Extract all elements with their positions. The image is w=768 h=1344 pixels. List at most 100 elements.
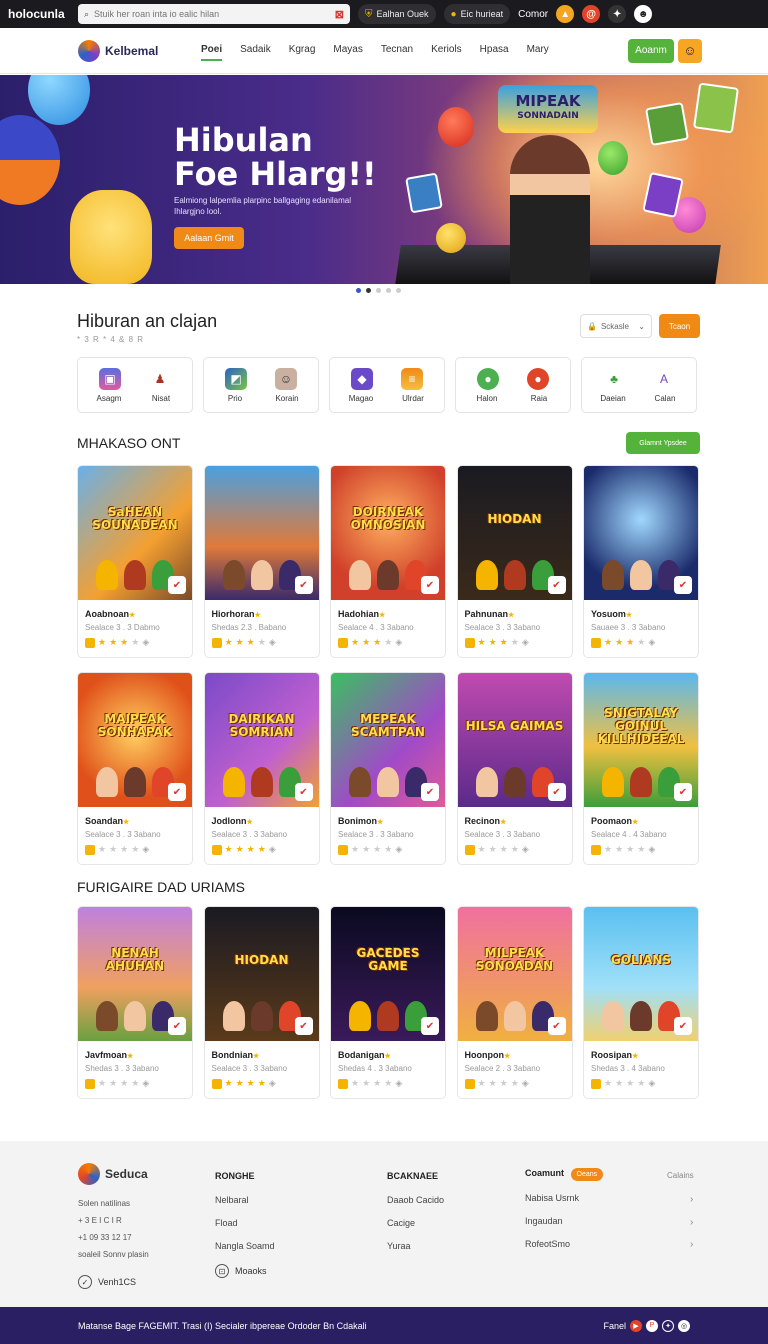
pinterest-icon[interactable]: P bbox=[646, 1319, 658, 1332]
favorite-badge-icon[interactable]: ✔ bbox=[168, 1017, 186, 1035]
footer-link[interactable]: Cacige bbox=[387, 1218, 444, 1228]
category-card[interactable]: ◆ ≡ Magao Ulrdar bbox=[329, 357, 445, 413]
game-thumbnail[interactable]: NENAH AHUHAN ✔ bbox=[78, 907, 192, 1041]
game-card[interactable]: HIODAN ✔ Pahnunan★ Sealace 3 . 3 3abano ★ ★ ★ ★… bbox=[456, 465, 573, 658]
see-all-button[interactable]: Glamnt Ypsdee bbox=[626, 432, 700, 454]
game-name[interactable]: Javfmoan★ bbox=[78, 1041, 192, 1060]
game-name[interactable]: Hadohian★ bbox=[331, 600, 445, 619]
nav-item-3[interactable]: Mayas bbox=[333, 40, 362, 61]
nav-item-1[interactable]: Sadaik bbox=[240, 40, 271, 61]
avatar-icon[interactable]: ☻ bbox=[634, 5, 653, 23]
game-card[interactable]: NENAH AHUHAN ✔ Javfmoan★ Shedas 3 . 3 3aban… bbox=[77, 906, 193, 1099]
instagram-icon[interactable]: ◎ bbox=[678, 1319, 690, 1332]
logo-text[interactable]: Kelbemal bbox=[105, 44, 201, 58]
game-card[interactable]: GACEDES GAME ✔ Bodanigan★ Shedas 4 . 3 3aba… bbox=[330, 906, 446, 1099]
footer-link[interactable]: Ingaudan bbox=[525, 1216, 603, 1226]
carousel-dot[interactable] bbox=[376, 288, 381, 293]
profile-icon[interactable]: @ bbox=[582, 5, 601, 23]
game-card[interactable]: ✔ Yosuom★ Sauaee 3 . 3 3abano ★ ★ ★ ★ ◈ bbox=[583, 465, 699, 658]
logo-icon[interactable] bbox=[78, 39, 100, 62]
game-thumbnail[interactable]: ✔ bbox=[204, 466, 319, 600]
carousel-dot[interactable] bbox=[396, 288, 401, 293]
game-thumbnail[interactable]: MEPEAK SCAMTPAN ✔ bbox=[331, 673, 445, 807]
game-thumbnail[interactable]: ✔ bbox=[584, 466, 698, 600]
category-card[interactable]: ● ● Halon Raia bbox=[455, 357, 571, 413]
chevron-right-icon[interactable]: › bbox=[690, 1194, 693, 1205]
game-thumbnail[interactable]: SNIGTALAY GOINUL KILLHIDEEAL ✔ bbox=[584, 673, 698, 807]
carousel-dots[interactable] bbox=[356, 288, 401, 293]
footer-link[interactable]: Yuraa bbox=[387, 1241, 444, 1251]
game-name[interactable]: Recinon★ bbox=[458, 807, 572, 826]
filter-button[interactable]: Tcaon bbox=[659, 314, 700, 338]
favorite-badge-icon[interactable]: ✔ bbox=[547, 1017, 566, 1035]
game-name[interactable]: Aoabnoan★ bbox=[78, 600, 192, 619]
game-card[interactable]: MAIPEAK SONHAPAK ✔ Soandan★ Sealace 3 . 3 3… bbox=[77, 672, 193, 865]
favorite-badge-icon[interactable]: ✔ bbox=[168, 576, 186, 594]
favorite-badge-icon[interactable]: ✔ bbox=[547, 783, 566, 801]
chevron-right-icon[interactable]: › bbox=[690, 1239, 693, 1250]
hero-cta-button[interactable]: Aalaan Gmit bbox=[174, 227, 244, 249]
favorite-badge-icon[interactable]: ✔ bbox=[421, 1017, 439, 1035]
bottom-link[interactable]: Fanel bbox=[603, 1321, 626, 1331]
game-thumbnail[interactable]: MILPEAK SONOADAN ✔ bbox=[457, 907, 572, 1041]
nav-item-2[interactable]: Kgrag bbox=[289, 40, 316, 61]
game-card[interactable]: SaHEAN SOUNADEAN ✔ Aoabnoan★ Sealace 3 . 3 … bbox=[77, 465, 193, 658]
top-pill-1[interactable]: ⛨ Ealhan Ouek bbox=[358, 4, 436, 24]
nav-cta-button[interactable]: Aoanm bbox=[628, 38, 674, 63]
search-input[interactable] bbox=[94, 9, 330, 19]
footer-link[interactable]: Nangla Soamd bbox=[215, 1241, 275, 1251]
game-card[interactable]: HILSA GAIMAS ✔ Recinon★ Sealace 3 . 3 3aban… bbox=[456, 672, 573, 865]
nav-item-4[interactable]: Tecnan bbox=[381, 40, 413, 61]
footer-link[interactable]: Daaob Cacido bbox=[387, 1195, 444, 1205]
favorite-badge-icon[interactable]: ✔ bbox=[294, 1017, 313, 1035]
game-card[interactable]: DOIRNEAK OMNOSIAN ✔ Hadohian★ Sealace 4 . 3… bbox=[330, 465, 446, 658]
top-link[interactable]: Comor bbox=[518, 9, 548, 20]
game-card[interactable]: GOLIANS ✔ Roosipan★ Shedas 3 . 4 3abano ★ ★ ★ ★… bbox=[583, 906, 699, 1099]
trophy-icon[interactable]: ▲ bbox=[556, 5, 575, 23]
nav-item-0[interactable]: Poei bbox=[201, 40, 223, 61]
game-name[interactable]: Jodlonn★ bbox=[205, 807, 319, 826]
footer-link[interactable]: Fload bbox=[215, 1218, 275, 1228]
gift-icon[interactable]: ✦ bbox=[608, 5, 627, 23]
favorite-badge-icon[interactable]: ✔ bbox=[674, 576, 692, 594]
favorite-badge-icon[interactable]: ✔ bbox=[421, 783, 439, 801]
game-card[interactable]: HIODAN ✔ Bondnian★ Sealace 3 . 3 3abano ★ ★ ★ ★… bbox=[203, 906, 320, 1099]
carousel-dot[interactable] bbox=[366, 288, 371, 293]
nav-item-6[interactable]: Hpasa bbox=[480, 40, 509, 61]
favorite-badge-icon[interactable]: ✔ bbox=[294, 783, 313, 801]
game-card[interactable]: SNIGTALAY GOINUL KILLHIDEEAL ✔ Poomaon★ Sea… bbox=[583, 672, 699, 865]
top-pill-2[interactable]: ● Eic hurieat bbox=[443, 4, 511, 24]
game-card[interactable]: ✔ Hiorhoran★ Shedas 2.3 . Babano ★ ★ ★ ★ ◈ bbox=[203, 465, 320, 658]
carousel-dot[interactable] bbox=[356, 288, 361, 293]
favorite-badge-icon[interactable]: ✔ bbox=[294, 576, 313, 594]
footer-about-button[interactable]: Venh1CS bbox=[98, 1277, 136, 1287]
favorite-badge-icon[interactable]: ✔ bbox=[547, 576, 566, 594]
game-name[interactable]: Poomaon★ bbox=[584, 807, 698, 826]
game-thumbnail[interactable]: HIODAN ✔ bbox=[457, 466, 572, 600]
game-name[interactable]: Yosuom★ bbox=[584, 600, 698, 619]
game-thumbnail[interactable]: MAIPEAK SONHAPAK ✔ bbox=[78, 673, 192, 807]
youtube-icon[interactable]: ▶ bbox=[630, 1319, 642, 1332]
game-name[interactable]: Pahnunan★ bbox=[458, 600, 572, 619]
search-box[interactable]: ⌕ ⊠ bbox=[78, 4, 350, 24]
search-submit-icon[interactable]: ⊠ bbox=[335, 8, 344, 21]
game-name[interactable]: Soandan★ bbox=[78, 807, 192, 826]
game-name[interactable]: Hoonpon★ bbox=[458, 1041, 572, 1060]
game-name[interactable]: Roosipan★ bbox=[584, 1041, 698, 1060]
footer-link[interactable]: RofeotSmo bbox=[525, 1239, 603, 1249]
footer-link[interactable]: Nelbaral bbox=[215, 1195, 275, 1205]
favorite-badge-icon[interactable]: ✔ bbox=[674, 1017, 692, 1035]
game-name[interactable]: Bodanigan★ bbox=[331, 1041, 445, 1060]
carousel-dot[interactable] bbox=[386, 288, 391, 293]
category-card[interactable]: ▣ ♟ Asagm Nisat bbox=[77, 357, 193, 413]
game-thumbnail[interactable]: GACEDES GAME ✔ bbox=[331, 907, 445, 1041]
favorite-badge-icon[interactable]: ✔ bbox=[168, 783, 186, 801]
game-thumbnail[interactable]: HIODAN ✔ bbox=[204, 907, 319, 1041]
category-card[interactable]: ♣ A Daeian Calan bbox=[581, 357, 697, 413]
footer-col1-button[interactable]: Moaoks bbox=[235, 1266, 267, 1276]
sort-select[interactable]: 🔒 Sckasle ⌄ bbox=[580, 314, 652, 338]
category-card[interactable]: ◩ ☺ Prio Korain bbox=[203, 357, 319, 413]
game-thumbnail[interactable]: DAIRIKAN SOMRIAN ✔ bbox=[204, 673, 319, 807]
game-thumbnail[interactable]: SaHEAN SOUNADEAN ✔ bbox=[78, 466, 192, 600]
nav-item-7[interactable]: Mary bbox=[527, 40, 549, 61]
